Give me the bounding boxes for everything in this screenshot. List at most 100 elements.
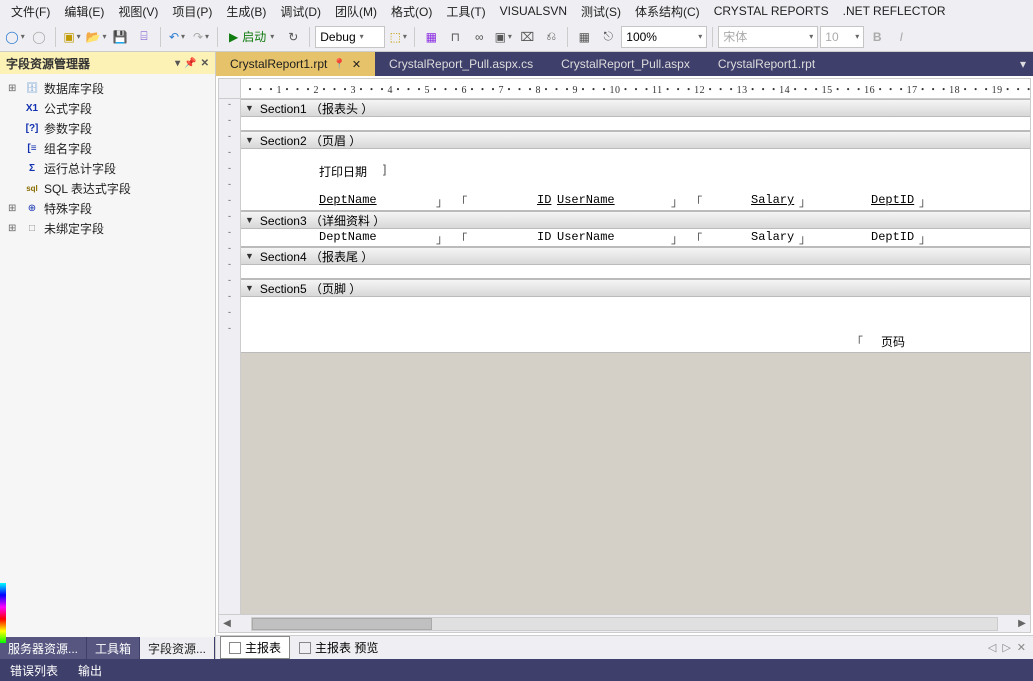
menu-team[interactable]: 团队(M) [328, 3, 384, 20]
col-salary[interactable]: Salary [751, 193, 794, 207]
tree-item-special[interactable]: ⊞⊕特殊字段 [2, 198, 213, 218]
col-username[interactable]: UserName [557, 193, 615, 207]
tab-main-report[interactable]: 主报表 [220, 636, 290, 659]
section1-body[interactable] [241, 117, 1030, 131]
refresh-button[interactable]: ↻ [282, 26, 304, 48]
cr-btn-5[interactable]: ⌧ [516, 26, 538, 48]
cr-btn-1[interactable]: ▦ [420, 26, 442, 48]
tab-server-explorer[interactable]: 服务器资源... [0, 637, 87, 659]
tree-item-param[interactable]: [?]参数字段 [2, 118, 213, 138]
menu-debug[interactable]: 调试(D) [273, 3, 328, 20]
cr-btn-8[interactable]: ⎋ [597, 26, 619, 48]
panel-menu-icon[interactable]: ▾ [175, 58, 180, 69]
det-deptname[interactable]: DeptName [319, 230, 377, 244]
panel-pin-icon[interactable]: 📌 [184, 58, 196, 69]
tree-item-db-fields[interactable]: ⊞🗄数据库字段 [2, 78, 213, 98]
nav-prev[interactable]: ◁ [985, 641, 999, 654]
start-debug-button[interactable]: ▶ 启动 ▾ [223, 26, 280, 48]
pin-icon[interactable]: 📍 [333, 59, 345, 70]
nav-back-button[interactable]: ◯ [4, 26, 26, 48]
tree-item-formula[interactable]: X1公式字段 [2, 98, 213, 118]
det-id[interactable]: ID [537, 230, 551, 244]
tree-item-sql[interactable]: sqlSQL 表达式字段 [2, 178, 213, 198]
horizontal-scrollbar[interactable]: ◀ ▶ [219, 614, 1030, 632]
menu-file[interactable]: 文件(F) [4, 3, 57, 20]
undo-button[interactable]: ↶ [166, 26, 188, 48]
tab-field-explorer[interactable]: 字段资源... [140, 637, 215, 659]
field-print-date[interactable]: 打印日期 [319, 163, 367, 180]
col-deptid[interactable]: DeptID [871, 193, 914, 207]
font-name-combo[interactable]: 宋体 ▾ [718, 26, 818, 48]
menu-test[interactable]: 测试(S) [574, 3, 628, 20]
panel-title-bar: 字段资源管理器 ▾ 📌 ✕ [0, 52, 215, 74]
doc-tab-2[interactable]: CrystalReport_Pull.aspx [547, 52, 704, 76]
menu-view[interactable]: 视图(V) [111, 3, 165, 20]
doc-tabs-overflow[interactable]: ▾ [1013, 52, 1033, 76]
doc-tab-0[interactable]: CrystalReport1.rpt 📍 ✕ [216, 52, 375, 76]
field-tree[interactable]: ⊞🗄数据库字段 X1公式字段 [?]参数字段 [≡组名字段 Σ运行总计字段 sq… [0, 74, 215, 637]
menu-visualsvn[interactable]: VISUALSVN [493, 4, 574, 18]
det-deptid[interactable]: DeptID [871, 230, 914, 244]
tree-item-group[interactable]: [≡组名字段 [2, 138, 213, 158]
menu-project[interactable]: 项目(P) [165, 3, 219, 20]
section2-header[interactable]: ▼Section2 （页眉 ） [241, 131, 1030, 149]
bold-button[interactable]: B [866, 26, 888, 48]
cr-btn-6[interactable]: ⎌ [540, 26, 562, 48]
solution-config-button[interactable]: ⬚ [387, 26, 409, 48]
open-button[interactable]: 📂 [85, 26, 107, 48]
zoom-value: 100% [626, 30, 657, 44]
doc-tab-1[interactable]: CrystalReport_Pull.aspx.cs [375, 52, 547, 76]
tab-error-list[interactable]: 错误列表 [0, 662, 68, 679]
nav-forward-button[interactable]: ◯ [28, 26, 50, 48]
save-all-button[interactable]: ⌸ [133, 26, 155, 48]
close-icon[interactable]: ✕ [352, 58, 361, 71]
section2-body[interactable]: 打印日期 ] DeptName 」 「 ID UserName 」 「 Sala… [241, 149, 1030, 211]
nav-next[interactable]: ▷ [999, 641, 1013, 654]
menu-build[interactable]: 生成(B) [219, 3, 273, 20]
config-combo[interactable]: Debug ▾ [315, 26, 385, 48]
det-salary[interactable]: Salary [751, 230, 794, 244]
tab-toolbox[interactable]: 工具箱 [87, 637, 140, 659]
vertical-ruler[interactable]: ---- ---- ---- --- [219, 99, 241, 614]
doc-tab-3[interactable]: CrystalReport1.rpt [704, 52, 829, 76]
tab-main-preview[interactable]: 主报表 预览 [290, 636, 387, 659]
tab-output[interactable]: 输出 [68, 662, 112, 679]
cr-btn-2[interactable]: ⊓ [444, 26, 466, 48]
section3-header[interactable]: ▼Section3 （详细资料 ） [241, 211, 1030, 229]
tree-item-runtotal[interactable]: Σ运行总计字段 [2, 158, 213, 178]
italic-button[interactable]: I [890, 26, 912, 48]
save-button[interactable]: 💾 [109, 26, 131, 48]
menu-arch[interactable]: 体系结构(C) [628, 3, 707, 20]
field-page-number[interactable]: 页码 [881, 333, 905, 350]
menu-tools[interactable]: 工具(T) [439, 3, 492, 20]
new-item-button[interactable]: ▣ [61, 26, 83, 48]
design-canvas[interactable]: ▼Section1 （报表头 ） ▼Section2 （页眉 ） 打印日期 ] … [241, 99, 1030, 614]
section4-body[interactable] [241, 265, 1030, 279]
det-username[interactable]: UserName [557, 230, 615, 244]
cr-btn-3[interactable]: ∞ [468, 26, 490, 48]
section5-header[interactable]: ▼Section5 （页脚 ） [241, 279, 1030, 297]
col-id[interactable]: ID [537, 193, 551, 207]
cr-btn-7[interactable]: ▦ [573, 26, 595, 48]
panel-close-icon[interactable]: ✕ [201, 58, 209, 69]
menu-format[interactable]: 格式(O) [384, 3, 439, 20]
start-label: 启动 [242, 28, 266, 45]
section1-header[interactable]: ▼Section1 （报表头 ） [241, 99, 1030, 117]
redo-button[interactable]: ↷ [190, 26, 212, 48]
font-size-combo[interactable]: 10 ▾ [820, 26, 864, 48]
menu-crystal[interactable]: CRYSTAL REPORTS [707, 4, 836, 18]
col-deptname[interactable]: DeptName [319, 193, 377, 207]
tree-item-unbound[interactable]: ⊞□未绑定字段 [2, 218, 213, 238]
menu-edit[interactable]: 编辑(E) [57, 3, 111, 20]
horizontal-ruler[interactable]: ・・・1・・・2・・・3・・・4・・・5・・・6・・・7・・・8・・・9・・・1… [241, 79, 1030, 99]
menu-reflector[interactable]: .NET REFLECTOR [836, 4, 953, 18]
section5-body[interactable]: 「 页码 [241, 297, 1030, 353]
cr-btn-4[interactable]: ▣ [492, 26, 514, 48]
section3-body[interactable]: DeptName 」 「 ID UserName 」 「 Salary 」 De… [241, 229, 1030, 247]
color-strip [0, 583, 6, 643]
section4-header[interactable]: ▼Section4 （报表尾 ） [241, 247, 1030, 265]
nav-close[interactable]: ✕ [1014, 641, 1029, 654]
param-icon: [?] [24, 120, 40, 136]
zoom-combo[interactable]: 100% ▾ [621, 26, 707, 48]
doc-tab-1-label: CrystalReport_Pull.aspx.cs [389, 57, 533, 71]
